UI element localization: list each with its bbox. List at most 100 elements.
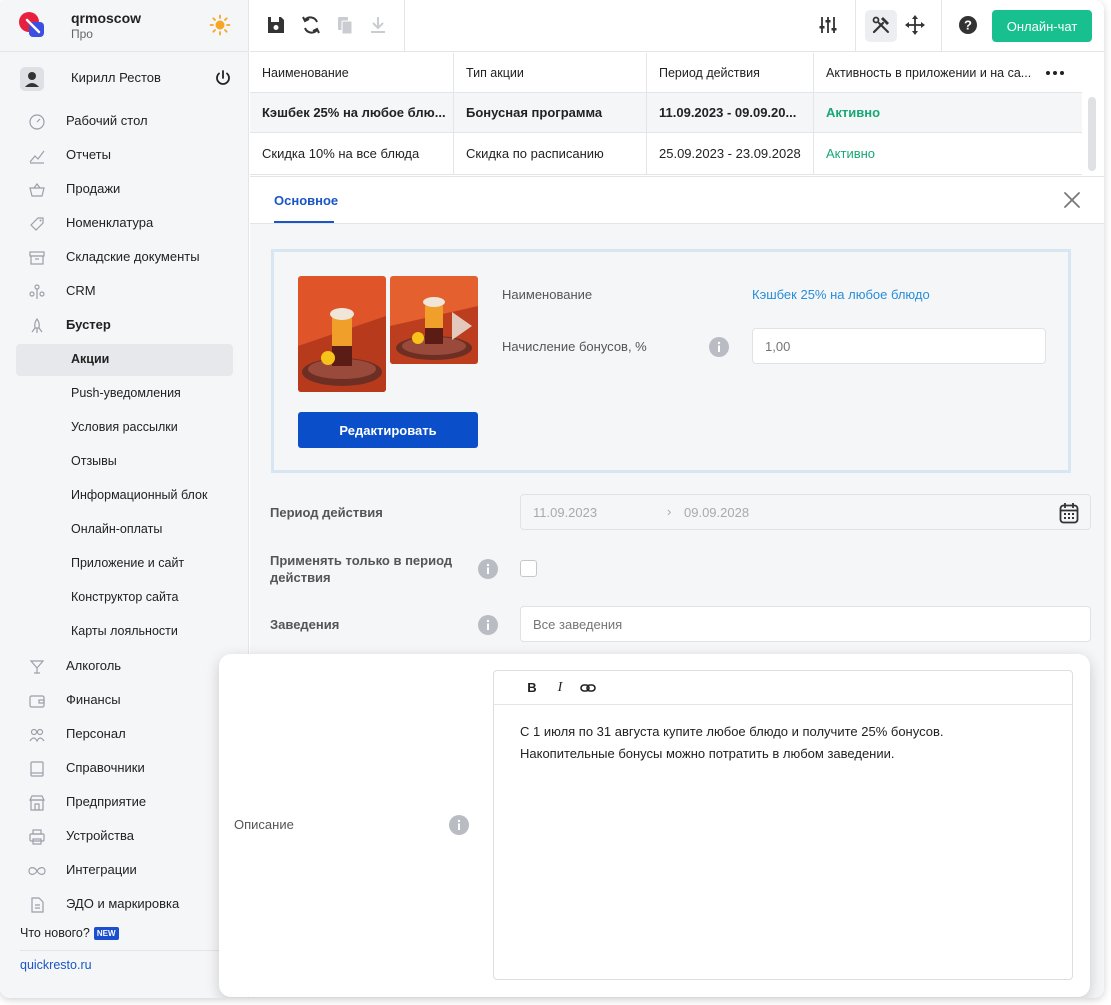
copy-icon[interactable] (334, 14, 356, 36)
sidebar-subitem-app-site[interactable]: Приложение и сайт (16, 548, 233, 580)
sidebar-item-label: Персонал (66, 726, 126, 741)
info-icon[interactable] (478, 615, 498, 635)
sidebar-subitem-mailing-conditions[interactable]: Условия рассылки (16, 412, 233, 444)
status-badge: Активно (826, 146, 876, 161)
period-to: 09.09.2028 (684, 505, 750, 520)
people-icon (29, 284, 45, 299)
sidebar-subitem-loyalty-cards[interactable]: Карты лояльности (16, 616, 233, 648)
sun-icon[interactable] (209, 14, 231, 36)
brand-name: qrmoscow (71, 10, 142, 26)
promo-name-value[interactable]: Кэшбек 25% на любое блюдо (752, 287, 930, 302)
download-icon[interactable] (367, 14, 389, 36)
venues-select[interactable] (520, 606, 1091, 642)
avatar (20, 67, 44, 91)
wallet-icon (29, 695, 45, 708)
sidebar-item-enterprise[interactable]: Предприятие (16, 786, 233, 818)
calendar-icon[interactable] (1059, 502, 1079, 524)
help-icon[interactable]: ? (957, 14, 979, 36)
link-icon[interactable] (580, 680, 596, 696)
sidebar-subitem-label: Конструктор сайта (71, 590, 179, 604)
sidebar-item-integrations[interactable]: Интеграции (16, 854, 233, 886)
description-text[interactable]: С 1 июля по 31 августа купите любое блюд… (520, 721, 943, 765)
sidebar-item-edo[interactable]: ЭДО и маркировка (16, 888, 233, 920)
user-profile[interactable]: Кирилл Рестов (0, 53, 249, 103)
user-name: Кирилл Рестов (71, 70, 161, 85)
sidebar-item-warehouse-docs[interactable]: Складские документы (16, 241, 233, 273)
close-icon[interactable] (1062, 190, 1082, 210)
info-icon[interactable] (449, 815, 469, 835)
sidebar-subitem-label: Акции (71, 352, 110, 366)
promo-image-thumb[interactable] (390, 276, 478, 364)
bonus-label: Начисление бонусов, % (502, 339, 647, 354)
description-editor[interactable]: B I С 1 июля по 31 августа купите любое … (493, 670, 1073, 980)
edit-button[interactable]: Редактировать (298, 412, 478, 448)
infinity-icon (28, 867, 46, 875)
column-header-period[interactable]: Период действия (647, 53, 814, 92)
sidebar-item-references[interactable]: Справочники (16, 752, 233, 784)
column-header-name[interactable]: Наименование (250, 53, 454, 92)
promo-image[interactable] (298, 276, 386, 392)
table-row[interactable]: Кэшбек 25% на любое блю... Бонусная прог… (250, 93, 1082, 133)
description-label: Описание (234, 817, 294, 832)
sidebar-subitem-push[interactable]: Push-уведомления (16, 378, 233, 410)
move-icon[interactable] (904, 14, 926, 36)
sidebar-item-finance[interactable]: Финансы (16, 684, 233, 716)
whats-new-label: Что нового? (20, 926, 90, 940)
sidebar-item-label: Рабочий стол (66, 113, 148, 128)
only-period-checkbox[interactable] (520, 560, 537, 577)
tag-icon (30, 217, 44, 231)
refresh-icon[interactable] (300, 14, 322, 36)
sidebar-item-label: ЭДО и маркировка (66, 896, 180, 911)
table-cell: Бонусная программа (454, 93, 647, 132)
column-header-label: Активность в приложении и на са... (826, 65, 1032, 80)
sidebar-item-reports[interactable]: Отчеты (16, 139, 233, 171)
info-icon[interactable] (478, 559, 498, 579)
brand-logo-icon (19, 12, 44, 37)
toolbar-divider (855, 0, 856, 52)
sidebar-item-booster[interactable]: Бустер (16, 309, 233, 341)
column-header-activity[interactable]: Активность в приложении и на са... (814, 53, 1082, 92)
tab-underline (274, 221, 334, 223)
column-header-type[interactable]: Тип акции (454, 53, 647, 92)
table-scrollbar[interactable] (1088, 97, 1096, 171)
sidebar-item-alcohol[interactable]: Алкоголь (16, 650, 233, 682)
sidebar-item-staff[interactable]: Персонал (16, 718, 233, 750)
description-line: С 1 июля по 31 августа купите любое блюд… (520, 724, 944, 739)
store-icon (29, 795, 45, 811)
sidebar-item-label: Предприятие (66, 794, 147, 809)
sidebar-item-nomenclature[interactable]: Номенклатура (16, 207, 233, 239)
status-badge: Активно (826, 105, 881, 120)
bonus-input[interactable] (752, 328, 1046, 364)
more-dots-icon[interactable] (1044, 67, 1066, 79)
sidebar-item-devices[interactable]: Устройства (16, 820, 233, 852)
sidebar-item-label: Складские документы (66, 249, 200, 264)
info-icon[interactable] (709, 337, 729, 357)
sidebar-subitem-info-block[interactable]: Информационный блок (16, 480, 233, 512)
sliders-icon[interactable] (817, 14, 839, 36)
sidebar-subitem-site-builder[interactable]: Конструктор сайта (16, 582, 233, 614)
tools-icon[interactable] (870, 14, 892, 36)
save-icon[interactable] (265, 14, 287, 36)
power-icon[interactable] (214, 69, 232, 87)
sidebar-item-crm[interactable]: CRM (16, 275, 233, 307)
online-chat-button[interactable]: Онлайн-чат (992, 10, 1092, 42)
sidebar-subitem-reviews[interactable]: Отзывы (16, 446, 233, 478)
table-row[interactable]: Скидка 10% на все блюда Скидка по распис… (250, 133, 1082, 175)
sidebar-subitem-online-payments[interactable]: Онлайн-оплаты (16, 514, 233, 546)
italic-button[interactable]: I (552, 680, 568, 696)
table-header: Наименование Тип акции Период действия А… (250, 53, 1082, 93)
whats-new-link[interactable]: Что нового? NEW (20, 926, 119, 940)
bold-button[interactable]: B (524, 680, 540, 696)
sidebar-subitem-promotions[interactable]: Акции (16, 344, 233, 376)
cocktail-icon (29, 660, 45, 674)
table-cell: Кэшбек 25% на любое блю... (250, 93, 454, 132)
name-label: Наименование (502, 287, 593, 302)
tab-main[interactable]: Основное (274, 193, 338, 208)
editor-toolbar: B I (494, 671, 1072, 705)
sidebar-item-sales[interactable]: Продажи (16, 173, 233, 205)
brand-header[interactable]: qrmoscow Про (0, 0, 249, 52)
sidebar-item-desktop[interactable]: Рабочий стол (16, 105, 233, 137)
period-date-range[interactable]: 11.09.2023 › 09.09.2028 (520, 494, 1091, 530)
site-link[interactable]: quickresto.ru (20, 958, 92, 972)
table-cell: Активно (814, 133, 1082, 174)
